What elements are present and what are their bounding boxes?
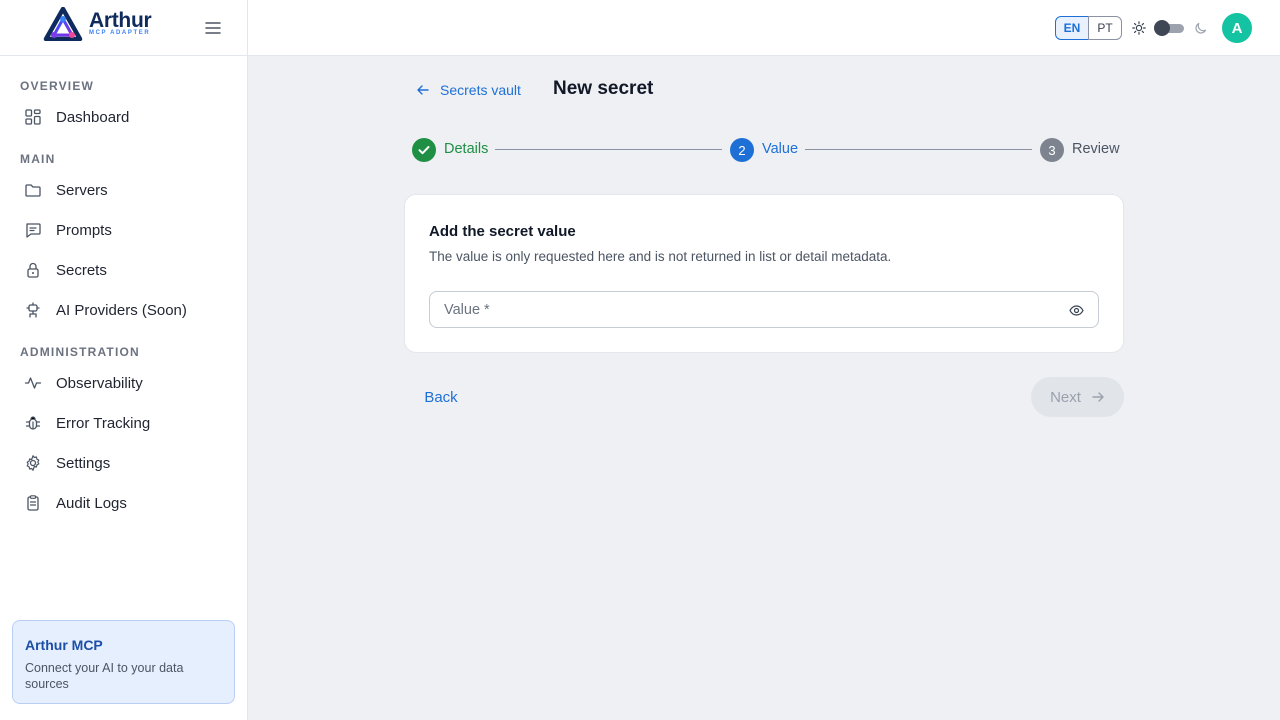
sidebar-item-label: Prompts xyxy=(56,221,112,239)
sidebar-item-ai-providers[interactable]: AI Providers (Soon) xyxy=(12,292,236,328)
message-square-icon xyxy=(26,223,41,238)
secret-value-input[interactable]: Value * xyxy=(429,291,1099,328)
section-label-main: MAIN xyxy=(20,152,56,166)
sidebar-item-settings[interactable]: Settings xyxy=(12,445,236,481)
sidebar-item-label: Servers xyxy=(56,181,108,199)
arrow-left-icon xyxy=(417,85,429,95)
language-pt-button[interactable]: PT xyxy=(1088,16,1122,40)
page-title: New secret xyxy=(553,78,654,99)
arthur-logo-icon xyxy=(43,7,83,41)
section-label-administration: ADMINISTRATION xyxy=(20,345,140,359)
language-en-button[interactable]: EN xyxy=(1055,16,1089,40)
promo-title: Arthur MCP xyxy=(25,637,103,653)
step-3-label: Review xyxy=(1072,141,1120,157)
promo-card: Arthur MCP Connect your AI to your data … xyxy=(12,620,235,704)
back-to-secrets-vault-link[interactable]: Secrets vault xyxy=(416,80,521,100)
check-icon xyxy=(418,146,430,155)
sidebar-item-label: Secrets xyxy=(56,261,107,279)
sidebar-item-audit-logs[interactable]: Audit Logs xyxy=(12,485,236,521)
avatar[interactable]: A xyxy=(1222,13,1252,43)
sidebar-item-label: AI Providers (Soon) xyxy=(56,301,187,319)
activity-pulse-icon xyxy=(24,377,42,389)
step-connector-1 xyxy=(495,149,722,150)
secret-value-card: Add the secret value The value is only r… xyxy=(404,194,1124,353)
back-link-label: Secrets vault xyxy=(440,82,521,98)
sidebar-item-label: Error Tracking xyxy=(56,414,151,432)
lock-icon xyxy=(27,262,39,278)
sidebar-item-secrets[interactable]: Secrets xyxy=(12,252,236,288)
brand-subtitle: MCP ADAPTER xyxy=(89,30,151,36)
back-button[interactable]: Back xyxy=(412,379,470,415)
step-2-number: 2 xyxy=(730,138,754,162)
sidebar-item-label: Observability xyxy=(56,374,143,392)
hamburger-menu-icon[interactable] xyxy=(204,19,222,37)
step-1-label: Details xyxy=(444,141,489,157)
sidebar-item-dashboard[interactable]: Dashboard xyxy=(12,99,236,135)
topbar: EN PT A xyxy=(248,0,1280,56)
bug-icon xyxy=(25,416,41,430)
sidebar-item-label: Dashboard xyxy=(56,108,130,126)
promo-description: Connect your AI to your data sources xyxy=(25,661,184,691)
next-button-label: Next xyxy=(1050,388,1081,406)
sidebar: Arthur MCP ADAPTER OVERVIEW Dashboard MA… xyxy=(0,0,248,720)
next-button[interactable]: Next xyxy=(1031,377,1124,417)
moon-icon xyxy=(1195,22,1207,34)
sidebar-item-servers[interactable]: Servers xyxy=(12,172,236,208)
sidebar-item-prompts[interactable]: Prompts xyxy=(12,212,236,248)
dashboard-grid-icon xyxy=(25,109,41,125)
sidebar-item-label: Settings xyxy=(56,454,111,472)
theme-toggle-knob xyxy=(1154,20,1170,36)
card-title: Add the secret value xyxy=(429,223,576,240)
folder-icon xyxy=(25,184,41,197)
secret-value-placeholder: Value * xyxy=(444,302,490,318)
eye-icon[interactable] xyxy=(1069,303,1084,318)
theme-toggle[interactable] xyxy=(1154,20,1184,36)
sun-icon xyxy=(1132,21,1146,35)
step-2-label: Value xyxy=(762,141,799,157)
sidebar-item-label: Audit Logs xyxy=(56,494,127,512)
step-1-check-circle xyxy=(412,138,436,162)
card-description: The value is only requested here and is … xyxy=(429,249,892,264)
section-label-overview: OVERVIEW xyxy=(20,79,95,93)
step-3-number: 3 xyxy=(1040,138,1064,162)
sidebar-item-observability[interactable]: Observability xyxy=(12,365,236,401)
robot-icon xyxy=(26,302,40,318)
arrow-right-icon xyxy=(1092,392,1104,402)
gear-icon xyxy=(26,455,40,471)
sidebar-item-error-tracking[interactable]: Error Tracking xyxy=(12,405,236,441)
clipboard-icon xyxy=(27,495,39,511)
step-connector-2 xyxy=(805,149,1032,150)
brand-header: Arthur MCP ADAPTER xyxy=(0,0,247,56)
